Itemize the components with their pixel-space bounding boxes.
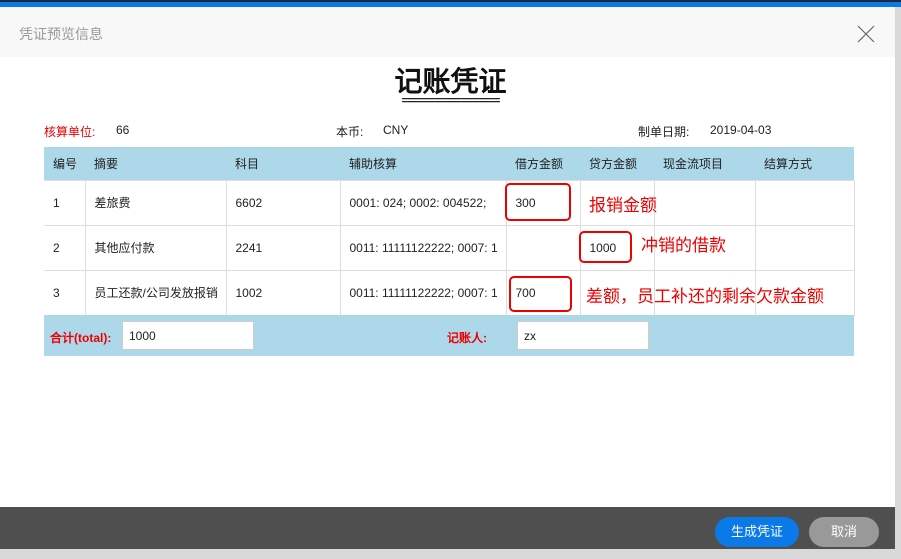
cell-no: 2 [44,224,86,271]
cancel-button[interactable]: 取消 [809,517,879,547]
cell-subject: 2241 [225,224,341,271]
cell-no: 3 [44,269,86,316]
table-row: 2 其他应付款 2241 0011: 11111122222; 0007: 1 … [44,224,855,271]
cell-no: 1 [44,179,86,226]
date-value: 2019-04-03 [710,123,772,137]
bottom-strip [0,549,901,559]
annotation-text: 冲销的借款 [641,236,726,255]
cell-subject: 6602 [225,179,341,226]
date-label: 制单日期: [638,125,690,139]
dialog-header: 凭证预览信息 [0,7,895,57]
close-icon[interactable] [857,25,875,43]
col-header: 辅助核算 [340,147,506,180]
highlight-box [509,276,572,312]
unit-label: 核算单位: [44,125,96,139]
cell-cash [653,179,756,226]
generate-voucher-button[interactable]: 生成凭证 [715,517,799,547]
cell-aux: 0011: 11111122222; 0007: 1 [339,224,507,271]
table-row: 1 差旅费 6602 0001: 024; 0002: 004522; 300 [44,179,855,226]
cell-summary: 其他应付款 [84,224,227,271]
col-header: 借方金额 [506,147,580,180]
cell-debit [505,224,581,271]
highlight-box [505,183,571,221]
bookkeeper-input[interactable]: zx [517,321,649,350]
cell-summary: 员工还款/公司发放报销 [84,269,227,316]
currency-value: CNY [383,123,409,137]
totals-bar: 合计(total): 1000 记账人: zx [44,315,854,356]
cell-subject: 1002 [225,269,341,316]
dialog-title: 凭证预览信息 [19,26,103,42]
dialog-footer: 生成凭证 取消 [0,507,895,549]
currency-label: 本币: [336,125,364,139]
col-header: 贷方金额 [580,147,654,180]
title-underline: ================== [401,95,501,107]
cell-settle [754,224,855,271]
annotation-text: 报销金额 [589,196,657,215]
cell-aux: 0011: 11111122222; 0007: 1 [339,269,507,316]
col-header: 科目 [226,147,340,180]
cell-summary: 差旅费 [84,179,227,226]
total-label: 合计(total): [50,331,112,345]
unit-value: 66 [116,123,130,137]
highlight-box [579,231,632,263]
voucher-title: 记账凭证 [394,66,507,97]
table-header: 编号 摘要 科目 辅助核算 借方金额 贷方金额 现金流项目 结算方式 [44,147,854,180]
col-header: 编号 [44,147,85,180]
total-input[interactable]: 1000 [122,321,254,350]
col-header: 现金流项目 [654,147,755,180]
cell-aux: 0001: 024; 0002: 004522; [339,179,507,226]
annotation-text: 差额，员工补还的剩余欠款金额 [586,287,824,306]
bookkeeper-label: 记账人: [447,331,487,345]
col-header: 摘要 [85,147,226,180]
col-header: 结算方式 [755,147,854,180]
cell-settle [754,179,855,226]
